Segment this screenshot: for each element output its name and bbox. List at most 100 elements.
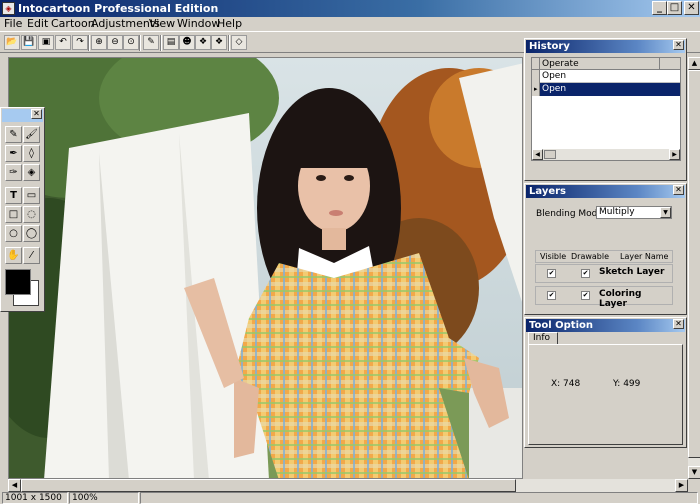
scroll-left-icon[interactable]: ◀ (532, 149, 543, 160)
history-row[interactable]: Open (540, 70, 680, 83)
row-indicator (532, 70, 540, 83)
chevron-down-icon[interactable]: ▼ (660, 207, 671, 218)
history-header-spacer (660, 58, 680, 70)
toolbar-separator (160, 35, 162, 51)
eraser-icon[interactable]: ◊ (23, 145, 40, 162)
row-indicator: ▸ (532, 83, 540, 96)
toolbox-close-icon[interactable]: ✕ (31, 109, 42, 119)
visible-checkbox[interactable]: ✔ (547, 291, 556, 300)
info-tab-body: X: 748 Y: 499 (528, 344, 683, 445)
window-title: Intocartoon Professional Edition (18, 2, 219, 15)
menu-file[interactable]: File (4, 17, 22, 31)
scroll-thumb[interactable] (544, 150, 556, 159)
visible-checkbox[interactable]: ✔ (547, 269, 556, 278)
menu-help[interactable]: Help (217, 17, 242, 31)
tool-option-title: Tool Option (529, 320, 593, 331)
image-size-status: 1001 x 1500 (2, 492, 68, 504)
menu-bar: File Edit Cartoon Adjustments View Windo… (0, 17, 700, 31)
drawable-checkbox[interactable]: ✔ (581, 291, 590, 300)
history-titlebar[interactable]: History (526, 40, 685, 53)
maximize-button[interactable]: □ (667, 1, 682, 15)
photo-image[interactable] (9, 58, 523, 479)
ellipse-icon[interactable]: ○ (5, 225, 22, 242)
redo-icon[interactable]: ↷ (72, 35, 88, 50)
scroll-right-icon[interactable]: ▶ (675, 479, 688, 492)
sketch-pen-icon[interactable]: ✒ (5, 145, 22, 162)
x-coordinate: X: 748 (551, 379, 581, 389)
layers-titlebar[interactable]: Layers (526, 185, 685, 198)
save-as-icon[interactable]: ▣ (38, 35, 54, 50)
title-bar: ◈ Intocartoon Professional Edition _ □ ✕ (0, 0, 700, 17)
blending-mode-value: Multiply (599, 207, 635, 217)
image-canvas[interactable] (8, 57, 523, 479)
drawable-checkbox[interactable]: ✔ (581, 269, 590, 278)
zoom-out-icon[interactable]: ⊖ (107, 35, 123, 50)
zoom-fit-icon[interactable]: ⊙ (123, 35, 139, 50)
status-message (140, 492, 698, 504)
filter-a-icon[interactable]: ❖ (195, 35, 211, 50)
zoom-in-icon[interactable]: ⊕ (91, 35, 107, 50)
round-balloon-icon[interactable]: ◯ (23, 225, 40, 242)
blending-mode-select[interactable]: Multiply ▼ (596, 206, 672, 219)
callout-icon[interactable]: ▭ (23, 187, 40, 204)
history-hscroll[interactable]: ◀ ▶ (532, 149, 680, 160)
eraser-icon[interactable]: ◇ (231, 35, 247, 50)
pencil-icon[interactable]: ✎ (5, 126, 22, 143)
brush-icon[interactable]: 🖌 (23, 126, 40, 143)
history-row-selected[interactable]: Open (540, 83, 680, 96)
history-close-icon[interactable]: ✕ (673, 40, 684, 50)
hand-icon[interactable]: ✋ (5, 247, 22, 264)
scroll-right-icon[interactable]: ▶ (669, 149, 680, 160)
foreground-color-swatch[interactable] (5, 269, 31, 295)
undo-icon[interactable]: ↶ (55, 35, 71, 50)
menu-view[interactable]: View (149, 17, 175, 31)
save-icon[interactable]: 💾 (21, 35, 37, 50)
toolbar-separator (139, 35, 141, 51)
minimize-button[interactable]: _ (652, 1, 667, 15)
col-layer-name: Layer Name (620, 252, 669, 261)
menu-window[interactable]: Window (177, 17, 220, 31)
scroll-down-icon[interactable]: ▼ (688, 466, 700, 479)
hscroll-thumb[interactable] (21, 479, 516, 492)
tool-option-panel: Tool Option ✕ Info X: 748 Y: 499 (524, 317, 687, 448)
rectangle-icon[interactable]: □ (5, 206, 22, 223)
history-panel: History ✕ Operate Open ▸ Open ◀ ▶ (524, 38, 687, 181)
color-eraser-icon[interactable]: ◈ (23, 164, 40, 181)
toolbar-separator (228, 35, 230, 51)
toolbar-separator (88, 35, 90, 51)
y-coordinate: Y: 499 (613, 379, 641, 389)
layers-close-icon[interactable]: ✕ (673, 185, 684, 195)
layer-row-sketch[interactable]: ✔ ✔ Sketch Layer (535, 264, 673, 283)
col-visible: Visible (540, 252, 567, 261)
history-list: Operate Open ▸ Open ◀ ▶ (531, 57, 681, 161)
filter-b-icon[interactable]: ❖ (211, 35, 227, 50)
horizontal-scrollbar[interactable]: ◀ ▶ (8, 479, 688, 492)
cartoon-icon[interactable]: ☻ (179, 35, 195, 50)
layer-row-coloring[interactable]: ✔ ✔ Coloring Layer (535, 286, 673, 309)
history-column-header[interactable]: Operate (540, 58, 660, 70)
tool-option-close-icon[interactable]: ✕ (673, 319, 684, 329)
app-icon[interactable]: ◈ (2, 2, 15, 15)
tool-option-titlebar[interactable]: Tool Option (526, 319, 685, 332)
text-icon[interactable]: T (5, 187, 22, 204)
eyedropper-icon[interactable]: ⁄ (23, 247, 40, 264)
menu-cartoon[interactable]: Cartoon (51, 17, 95, 31)
layers-panel: Layers ✕ Blending Mode: Multiply ▼ Visib… (524, 183, 687, 315)
close-button[interactable]: ✕ (684, 1, 699, 15)
layer-name: Sketch Layer (599, 267, 665, 277)
vscroll-thumb[interactable] (688, 70, 700, 458)
history-corner (532, 58, 540, 70)
scroll-left-icon[interactable]: ◀ (8, 479, 21, 492)
sketch-icon[interactable]: ▤ (163, 35, 179, 50)
scroll-up-icon[interactable]: ▲ (688, 57, 700, 70)
vertical-scrollbar[interactable]: ▲ ▼ (687, 57, 700, 479)
col-drawable: Drawable (571, 252, 610, 261)
adjust-icon[interactable]: ✎ (143, 35, 159, 50)
menu-edit[interactable]: Edit (27, 17, 48, 31)
history-title: History (529, 41, 570, 52)
open-icon[interactable]: 📂 (4, 35, 20, 50)
toolbox-panel: ✕ ✎ 🖌 ✒ ◊ ✑ ◈ T ▭ □ ◌ ○ ◯ ✋ ⁄ (0, 107, 45, 312)
zoom-status: 100% (69, 492, 139, 504)
speech-balloon-icon[interactable]: ◌ (23, 206, 40, 223)
color-brush-icon[interactable]: ✑ (5, 164, 22, 181)
